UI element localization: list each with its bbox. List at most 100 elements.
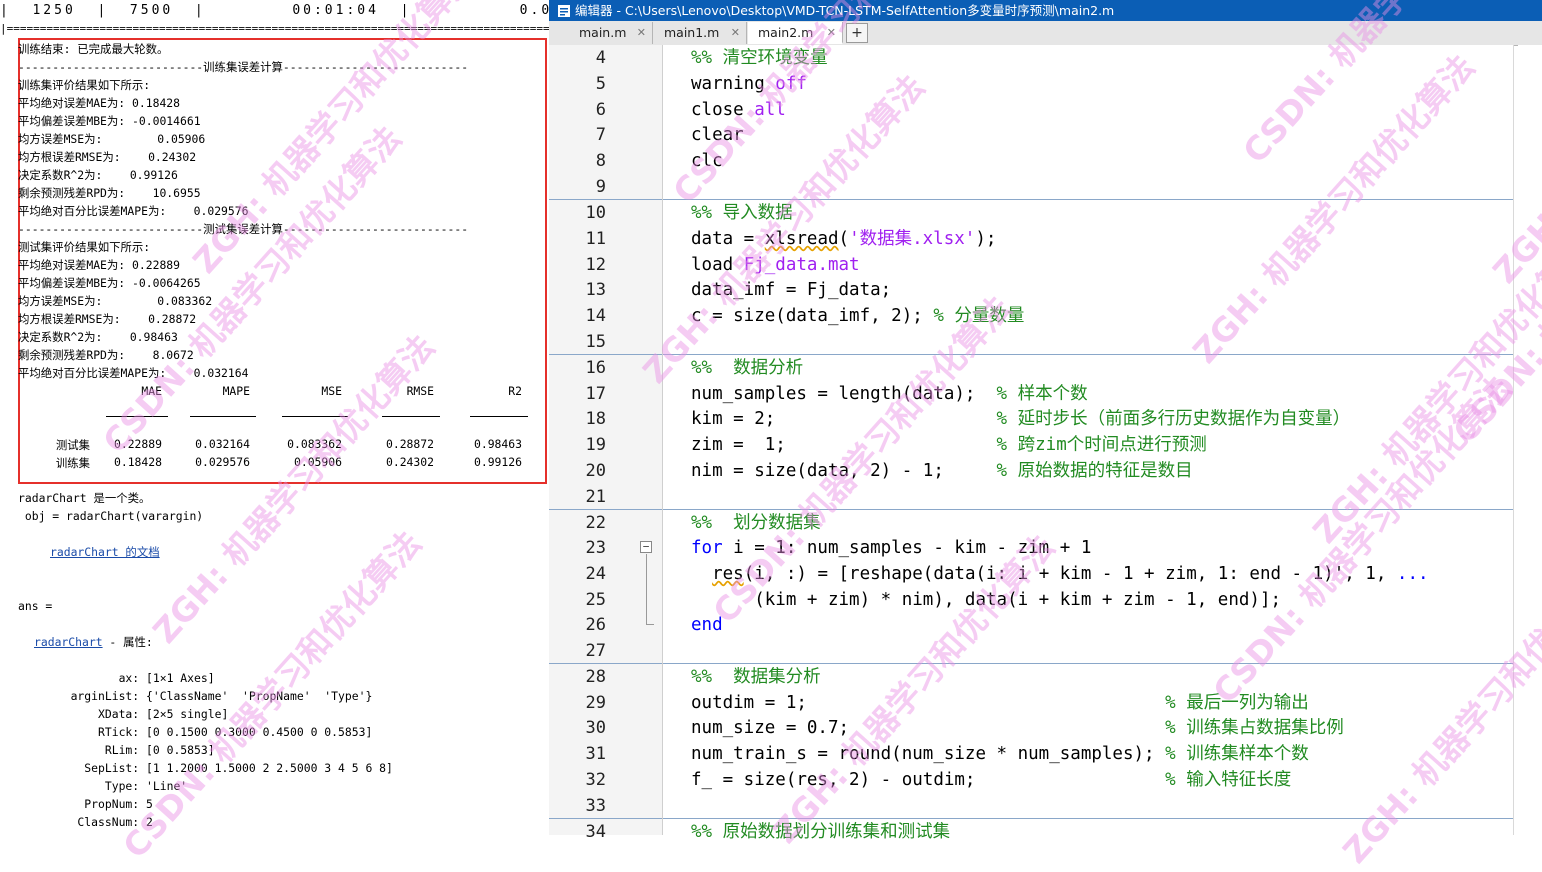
line-number: 34 [585, 822, 606, 842]
code-line-31: num_train_s = round(num_size * num_sampl… [691, 744, 1309, 764]
code-line-5: warning off [691, 74, 807, 94]
training-progress-row: | 1250 | 7500 | 00:01:04 | 0.08 [0, 3, 549, 18]
tab-label: main2.m [758, 25, 814, 40]
line-number: 28 [585, 667, 606, 687]
code-line-28: %% 数据集分析 [691, 667, 821, 687]
code-line-8: clc [691, 151, 723, 171]
property-line: PropNum: 5 [50, 797, 153, 811]
line-number: 7 [595, 125, 606, 145]
result-line: 测试集评价结果如下所示: [18, 240, 151, 254]
close-icon[interactable]: ✕ [731, 22, 740, 44]
code-line-22: %% 划分数据集 [691, 513, 821, 533]
constructor-line: obj = radarChart(varargin) [18, 509, 204, 523]
add-tab-button[interactable]: + [846, 23, 868, 43]
code-line-23: for i = 1: num_samples - kim - zim + 1 [691, 538, 1092, 558]
table-cell: 0.05906 [293, 455, 342, 469]
table-header: MAE [141, 384, 162, 398]
line-number: 20 [585, 461, 606, 481]
result-line: 平均偏差误差MBE为: -0.0014661 [18, 114, 201, 128]
properties-heading: radarChart - 属性: [34, 633, 153, 651]
line-number: 12 [585, 255, 606, 275]
class-info-line: radarChart 是一个类。 [18, 491, 151, 505]
line-number: 8 [595, 151, 606, 171]
property-line: Type: 'Line' [50, 779, 188, 793]
result-line: ---------------------------测试集误差计算------… [18, 222, 469, 236]
line-number: 14 [585, 306, 606, 326]
line-number: 9 [595, 177, 606, 197]
doc-link[interactable]: radarChart 的文档 [50, 543, 160, 561]
result-line: 均方误差MSE为: 0.083362 [18, 294, 213, 308]
line-number: 10 [585, 203, 606, 223]
class-link[interactable]: radarChart [34, 635, 103, 649]
line-number: 21 [585, 487, 606, 507]
line-number: 4 [595, 48, 606, 68]
property-line: RTick: [0 0.1500 0.3000 0.4500 0 0.5853] [50, 725, 373, 739]
editor-icon [558, 4, 570, 17]
tab-main[interactable]: main.m ✕ [569, 22, 653, 44]
cell-divider [549, 818, 662, 819]
code-line-19: zim = 1; % 跨zim个时间点进行预测 [691, 435, 1207, 455]
tab-main2[interactable]: main2.m ✕ [748, 22, 843, 44]
editor-title: 编辑器 - C:\Users\Lenovo\Desktop\VMD-TCN-LS… [575, 3, 1115, 18]
table-header: MSE [321, 384, 342, 398]
line-number: 17 [585, 384, 606, 404]
line-number: 25 [585, 590, 606, 610]
cell-divider [549, 509, 662, 510]
line-number: 13 [585, 280, 606, 300]
fold-collapse-icon[interactable]: − [640, 541, 652, 553]
result-line: 决定系数R^2为: 0.98463 [18, 330, 178, 344]
code-editor[interactable]: %% 清空环境变量 warning off close all clear cl… [663, 45, 1513, 842]
result-line: 均方误差MSE为: 0.05906 [18, 132, 206, 146]
command-window[interactable]: | 1250 | 7500 | 00:01:04 | 0.08 |=======… [0, 0, 549, 835]
result-line: 均方根误差RMSE为: 0.28872 [18, 312, 197, 326]
table-row-label: 训练集 [55, 456, 90, 470]
result-line: 训练集评价结果如下所示: [18, 78, 151, 92]
property-line: ClassNum: 2 [50, 815, 153, 829]
result-line: 平均绝对误差MAE为: 0.22889 [18, 258, 181, 272]
line-number: 27 [585, 641, 606, 661]
code-line-13: data_imf = Fj_data; [691, 280, 892, 300]
result-line: 平均绝对百分比误差MAPE为: 0.029576 [18, 204, 249, 218]
code-line-16: %% 数据分析 [691, 358, 804, 378]
code-line-11: data = xlsread('数据集.xlsx'); [691, 229, 997, 249]
table-cell: 0.083362 [287, 437, 342, 451]
result-line: 训练结束: 已完成最大轮数。 [18, 42, 169, 56]
table-cell: 0.24302 [385, 455, 434, 469]
table-cell: 0.28872 [385, 437, 434, 451]
table-header: R2 [508, 384, 522, 398]
properties-suffix: - 属性: [102, 635, 153, 649]
close-icon[interactable]: ✕ [827, 22, 836, 44]
vertical-scrollbar[interactable] [1518, 45, 1542, 835]
result-line: 平均绝对误差MAE为: 0.18428 [18, 96, 181, 110]
fold-guide [646, 554, 647, 624]
line-number: 32 [585, 770, 606, 790]
tab-label: main.m [579, 25, 627, 40]
code-line-30: num_size = 0.7; % 训练集占数据集比例 [691, 718, 1344, 738]
property-line: ax: [1×1 Axes] [50, 671, 215, 685]
editor-window: 编辑器 - C:\Users\Lenovo\Desktop\VMD-TCN-LS… [549, 0, 1542, 842]
close-icon[interactable]: ✕ [637, 22, 646, 44]
result-line: 决定系数R^2为: 0.99126 [18, 168, 178, 182]
line-number: 6 [595, 100, 606, 120]
fold-guide-end [646, 624, 654, 625]
progress-separator: |=======================================… [0, 22, 549, 35]
line-number-gutter: 4 5 6 7 8 9 10 11 12 13 14 15 16 17 18 19 20 21 22 23 24 25 26… [549, 45, 663, 842]
cell-divider [549, 199, 662, 200]
table-header-underline [106, 416, 168, 417]
line-number: 33 [585, 796, 606, 816]
table-header-underline [382, 416, 440, 417]
results-highlight-box: 训练结束: 已完成最大轮数。 --------------------------… [18, 38, 547, 484]
line-number: 11 [585, 229, 606, 249]
result-line: 剩余预测残差RPD为: 8.0672 [18, 348, 194, 362]
result-line: 平均偏差误差MBE为: -0.0064265 [18, 276, 201, 290]
line-number: 18 [585, 409, 606, 429]
code-line-14: c = size(data_imf, 2); % 分量数量 [691, 306, 1025, 326]
code-line-24: res(i, :) = [reshape(data(i: i + kim - 1… [712, 564, 1429, 584]
property-line: XData: [2×5 single] [50, 707, 229, 721]
line-number: 24 [585, 564, 606, 584]
table-cell: 0.18428 [113, 455, 162, 469]
table-cell: 0.029576 [195, 455, 250, 469]
code-line-7: clear [691, 125, 744, 145]
tab-main1[interactable]: main1.m ✕ [654, 22, 747, 44]
property-line: arginList: {'ClassName' 'PropName' 'Type… [50, 689, 373, 703]
